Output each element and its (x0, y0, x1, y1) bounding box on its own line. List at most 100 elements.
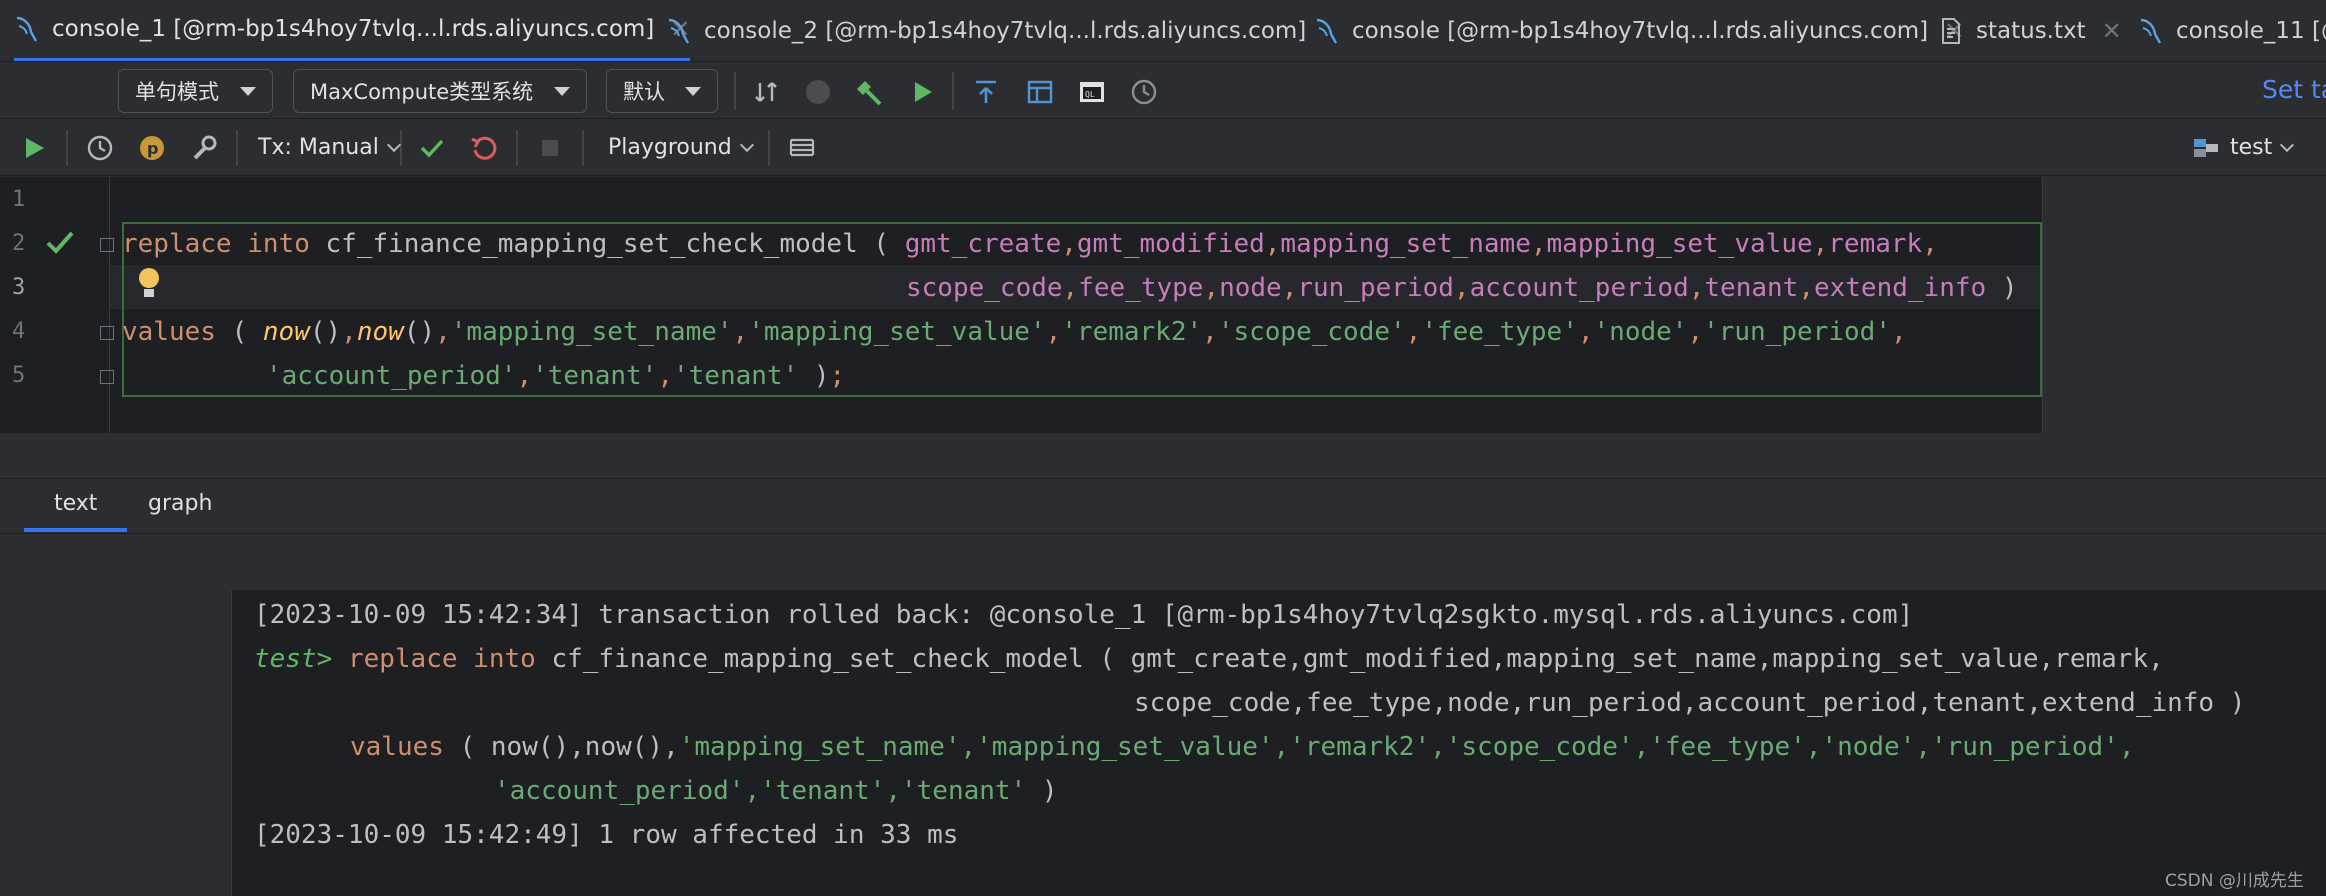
fold-marker-icon[interactable] (100, 238, 114, 252)
code-column: gmt_create (904, 229, 1062, 259)
stop-icon[interactable] (534, 132, 566, 164)
code-column: node (1219, 273, 1282, 303)
code-function: now (262, 317, 310, 347)
stop-circle-icon[interactable] (802, 76, 834, 108)
result-view-tabs: text graph (0, 478, 2326, 534)
tab-console-2[interactable]: console_2 [@rm-bp1s4hoy7tvlq...l.rds.ali… (666, 0, 1307, 61)
history-icon[interactable] (1128, 76, 1160, 108)
code-column: gmt_modified (1076, 229, 1265, 259)
tab-label: console_11 [@ (2176, 18, 2326, 44)
tab-console-11[interactable]: console_11 [@ (2138, 0, 2326, 61)
fold-marker-icon[interactable] (100, 370, 114, 384)
code-paren: ) (813, 361, 830, 391)
toolbar-divider (768, 130, 770, 166)
console-output[interactable]: [2023-10-09 15:42:34] transaction rolled… (0, 590, 2326, 896)
code-string: 'account_period' (266, 361, 517, 391)
sync-icon[interactable] (750, 76, 782, 108)
set-target-link[interactable]: Set ta (2262, 75, 2326, 104)
console-prompt: test> (254, 644, 333, 674)
datasource-select[interactable]: test (2230, 135, 2295, 160)
output-gutter (0, 590, 232, 896)
execute-icon[interactable] (18, 132, 50, 164)
toolbar-divider (582, 130, 584, 166)
line-number: 3 (12, 275, 26, 300)
mysql-console-icon (1316, 18, 1338, 44)
build-hammer-icon[interactable] (852, 76, 884, 108)
output-log-line: [2023-10-09 15:42:49] 1 row affected in … (254, 820, 959, 850)
line-number-gutter: 1 2 3 4 5 (0, 177, 114, 433)
sql-console-icon[interactable]: QL (1076, 76, 1108, 108)
history-icon[interactable] (84, 132, 116, 164)
parameters-icon[interactable]: p (136, 132, 168, 164)
toolbar-divider (66, 130, 68, 166)
code-semicolon: ; (829, 361, 846, 391)
default-select[interactable]: 默认 (606, 69, 718, 113)
chevron-down-icon (554, 86, 570, 96)
rollback-icon[interactable] (468, 132, 500, 164)
query-strings: 'account_period','tenant','tenant' (494, 776, 1027, 806)
commit-check-icon[interactable] (416, 132, 448, 164)
editor-bottom-bar (0, 433, 2326, 478)
output-table-icon[interactable] (786, 132, 818, 164)
output-query-line: 'account_period','tenant','tenant' ) (494, 776, 1058, 806)
tab-graph[interactable]: graph (148, 491, 212, 516)
svg-text:QL: QL (1085, 90, 1095, 99)
code-paren: ( (873, 229, 890, 259)
chevron-down-icon (739, 137, 754, 153)
mysql-console-icon (16, 16, 38, 42)
execution-mode-select[interactable]: 单句模式 (118, 69, 273, 113)
code-paren: ) (2001, 273, 2018, 303)
close-icon[interactable]: ✕ (2102, 17, 2122, 45)
tab-console[interactable]: console [@rm-bp1s4hoy7tvlq...l.rds.aliyu… (1314, 0, 1964, 61)
schema-select[interactable]: Playground (608, 135, 754, 160)
code-line-5: 'account_period','tenant','tenant' ); (266, 361, 846, 391)
code-line-2: replace into cf_finance_mapping_set_chec… (122, 229, 1938, 259)
tab-label: console_1 [@rm-bp1s4hoy7tvlq...l.rds.ali… (52, 16, 655, 42)
toolbar-divider (516, 130, 518, 166)
line-number: 4 (12, 319, 26, 344)
code-string: 'run_period' (1703, 317, 1891, 347)
code-keyword: replace (347, 644, 458, 674)
query-text: ) (1026, 776, 1058, 806)
code-paren: ( (231, 317, 248, 347)
watermark: CSDN @川成先生 (2165, 871, 2304, 891)
code-string: 'tenant' (673, 361, 799, 391)
p-badge-text: p (147, 139, 158, 158)
code-string: 'tenant' (532, 361, 658, 391)
line-number: 5 (12, 363, 26, 388)
tab-label: console [@rm-bp1s4hoy7tvlq...l.rds.aliyu… (1352, 18, 1929, 44)
code-function: now (356, 317, 404, 347)
type-system-select[interactable]: MaxCompute类型系统 (293, 69, 587, 113)
commit-up-icon[interactable] (970, 76, 1002, 108)
code-string: 'mapping_set_value' (748, 317, 1046, 347)
execution-mode-label: 单句模式 (135, 80, 219, 104)
code-column: remark (1828, 229, 1923, 259)
code-column: mapping_set_name (1280, 229, 1531, 259)
sql-editor[interactable]: 1 2 3 4 5 replace into cf_finance_mappin… (0, 177, 2326, 433)
transaction-mode-select[interactable]: Tx: Manual (258, 135, 401, 160)
settings-wrench-icon[interactable] (188, 132, 220, 164)
tab-console-1[interactable]: console_1 [@rm-bp1s4hoy7tvlq...l.rds.ali… (14, 0, 691, 61)
code-string: 'remark2' (1061, 317, 1203, 347)
code-column: fee_type (1078, 273, 1204, 303)
datasource-icon (2190, 132, 2222, 164)
code-column: extend_info (1813, 273, 1987, 303)
text-file-icon (1942, 18, 1960, 44)
type-system-label: MaxCompute类型系统 (310, 80, 534, 104)
default-select-label: 默认 (623, 80, 665, 104)
code-keyword: values (122, 317, 216, 347)
tab-label: console_2 [@rm-bp1s4hoy7tvlq...l.rds.ali… (704, 18, 1307, 44)
fold-marker-icon[interactable] (100, 326, 114, 340)
output-header-spacer (0, 534, 2326, 590)
tab-status-txt[interactable]: status.txt ✕ (1938, 0, 2122, 61)
mysql-console-icon (2140, 18, 2162, 44)
run-icon[interactable] (906, 76, 938, 108)
code-column: mapping_set_value (1546, 229, 1813, 259)
toolbar-divider (400, 130, 402, 166)
code-table-name: cf_finance_mapping_set_check_model (325, 229, 858, 259)
chevron-down-icon (240, 86, 256, 96)
tab-text[interactable]: text (24, 491, 128, 532)
table-layout-icon[interactable] (1024, 76, 1056, 108)
transaction-mode-label: Tx: Manual (258, 135, 379, 160)
schema-label: Playground (608, 135, 732, 160)
